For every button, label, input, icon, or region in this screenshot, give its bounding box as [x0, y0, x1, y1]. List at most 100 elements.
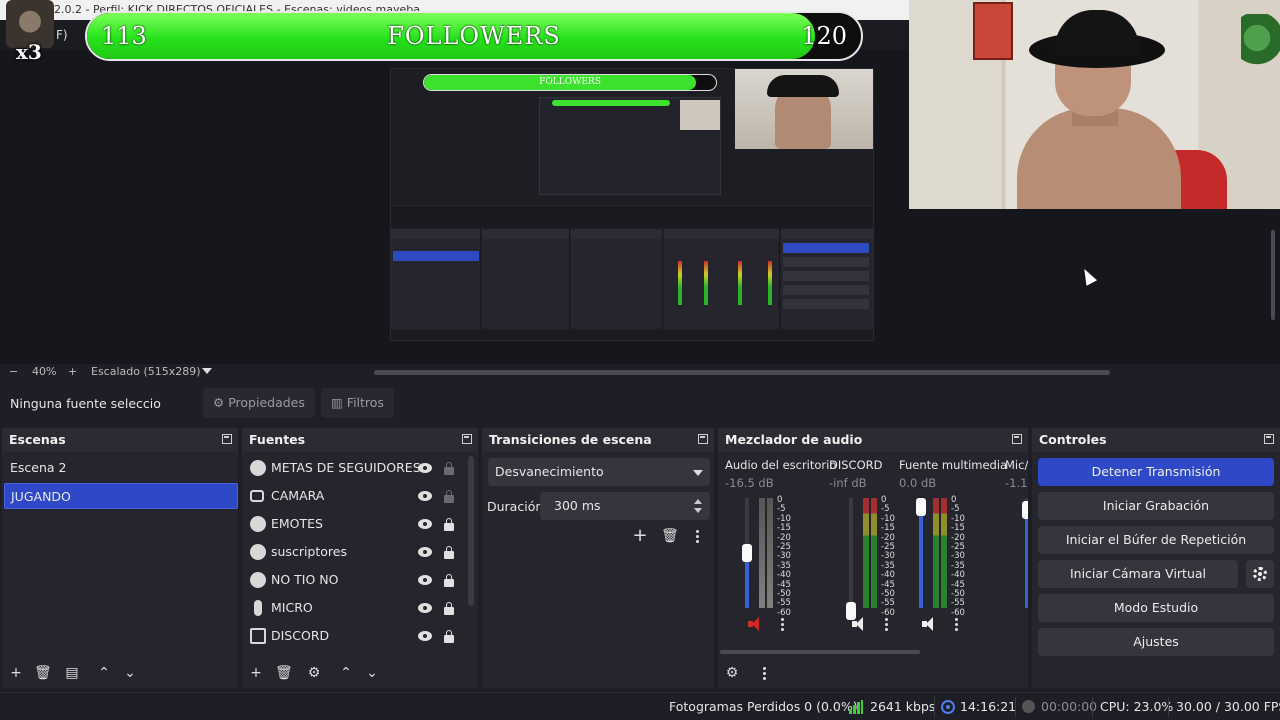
lock-icon[interactable] — [444, 574, 454, 587]
lock-icon[interactable] — [444, 630, 454, 643]
filters-button[interactable]: ▥ Filtros — [321, 388, 394, 418]
properties-button[interactable]: ⚙ Propiedades — [203, 388, 315, 418]
scaling-dropdown-icon[interactable] — [202, 368, 212, 374]
add-scene-icon[interactable]: + — [8, 665, 24, 681]
channel-menu-icon[interactable] — [885, 618, 889, 632]
source-item[interactable]: EMOTES — [246, 511, 460, 537]
volume-meter — [863, 498, 869, 608]
channel-menu-icon[interactable] — [781, 618, 785, 632]
zoom-in-button[interactable]: + — [68, 365, 77, 378]
visibility-eye-icon[interactable] — [418, 519, 432, 529]
source-item[interactable]: DISCORD — [246, 623, 460, 649]
volume-meter — [941, 498, 947, 608]
transition-select[interactable]: Desvanecimiento — [488, 458, 710, 486]
speaker-icon[interactable] — [851, 616, 869, 632]
sources-dock: Fuentes METAS DE SEGUIDORES CAMARA EMOTES s… — [242, 428, 478, 688]
browser-icon — [250, 544, 266, 560]
chevron-down-icon — [693, 470, 703, 476]
lock-icon[interactable] — [444, 602, 454, 615]
microphone-icon — [254, 600, 262, 616]
add-source-icon[interactable]: + — [248, 665, 264, 681]
source-item[interactable]: CAMARA — [246, 483, 460, 509]
undock-icon[interactable] — [1264, 434, 1274, 444]
volume-meter — [759, 498, 765, 608]
source-item[interactable]: NO TIO NO — [246, 567, 460, 593]
meter-scale: 0 -5 -10 -15 -20 -25 -30 -35 -40 -45 -50 -55 -60 — [777, 495, 791, 618]
advanced-audio-icon[interactable]: ⚙ — [724, 665, 740, 681]
undock-icon[interactable] — [698, 434, 708, 444]
volume-slider-handle[interactable] — [742, 543, 752, 562]
preview-horizontal-scrollbar[interactable] — [374, 370, 1110, 375]
source-item[interactable]: suscriptores — [246, 539, 460, 565]
controls-dock: Controles Detener Transmisión Iniciar Gra… — [1032, 428, 1280, 688]
source-item[interactable]: MICRO — [246, 595, 460, 621]
lock-icon[interactable] — [444, 546, 454, 559]
preview-vertical-scrollbar[interactable] — [1266, 210, 1280, 364]
lock-icon[interactable] — [444, 518, 454, 531]
move-down-icon[interactable]: ⌄ — [364, 665, 380, 681]
visibility-eye-icon[interactable] — [418, 463, 432, 473]
wall-poster — [973, 2, 1013, 60]
sources-scrollbar[interactable] — [468, 456, 474, 606]
zoom-level: 40% — [32, 365, 57, 378]
zoom-out-button[interactable]: − — [9, 365, 18, 378]
status-bar: Fotogramas Perdidos 0 (0.0%) 2641 kbps 1… — [0, 692, 1280, 720]
mixer-menu-icon[interactable] — [763, 667, 767, 681]
connection-quality-icon — [849, 700, 863, 714]
scene-filters-icon[interactable]: ▤ — [64, 665, 80, 681]
remove-scene-icon[interactable]: 🗑 — [34, 665, 52, 681]
visibility-eye-icon[interactable] — [418, 491, 432, 501]
control-button[interactable]: Modo Estudio — [1038, 594, 1274, 622]
volume-slider[interactable] — [849, 498, 853, 608]
control-button[interactable]: Iniciar el Búfer de Repetición — [1038, 526, 1274, 554]
duration-spinbox[interactable]: 300 ms — [540, 492, 710, 520]
increment-icon[interactable] — [694, 499, 702, 504]
control-button[interactable]: Ajustes — [1038, 628, 1274, 656]
speaker-icon[interactable] — [921, 616, 939, 632]
virtual-camera-settings-button[interactable] — [1246, 560, 1274, 588]
camera-icon — [250, 490, 264, 502]
meter-scale-tick: -60 — [951, 607, 965, 618]
volume-slider-handle[interactable] — [1022, 501, 1028, 520]
source-item[interactable]: METAS DE SEGUIDORES — [246, 455, 460, 481]
scene-item[interactable]: Escena 2 — [4, 455, 238, 481]
speaker-icon[interactable] — [747, 616, 765, 632]
undock-icon[interactable] — [1012, 434, 1022, 444]
decrement-icon[interactable] — [694, 508, 702, 513]
volume-slider-handle[interactable] — [916, 498, 926, 516]
mixer-title: Mezclador de audio — [725, 432, 863, 447]
transition-menu-icon[interactable] — [696, 530, 700, 544]
visibility-eye-icon[interactable] — [418, 575, 432, 585]
undock-icon[interactable] — [462, 434, 472, 444]
visibility-eye-icon[interactable] — [418, 547, 432, 557]
control-button[interactable]: Iniciar Cámara Virtual — [1038, 560, 1238, 588]
lock-icon[interactable] — [444, 462, 454, 475]
move-up-icon[interactable]: ⌃ — [338, 665, 354, 681]
nested-docks — [391, 229, 873, 329]
remove-source-icon[interactable]: 🗑 — [275, 665, 293, 681]
source-label: METAS DE SEGUIDORES — [271, 460, 421, 475]
scene-item[interactable]: JUGANDO — [4, 483, 238, 509]
source-properties-icon[interactable]: ⚙ — [306, 665, 322, 681]
channel-db: -inf dB — [829, 476, 867, 490]
scenes-dock: Escenas Escena 2 JUGANDO + 🗑 ▤ ⌃ ⌄ — [2, 428, 238, 688]
visibility-eye-icon[interactable] — [418, 631, 432, 641]
control-button[interactable]: Iniciar Grabación — [1038, 492, 1274, 520]
remove-transition-icon[interactable]: 🗑 — [661, 528, 679, 544]
source-label: EMOTES — [271, 516, 323, 531]
add-transition-icon[interactable]: + — [632, 527, 648, 545]
volume-meter — [933, 498, 939, 608]
lock-icon[interactable] — [444, 490, 454, 503]
meter-scale: 0 -5 -10 -15 -20 -25 -30 -35 -40 -45 -50 -55 -60 — [881, 495, 895, 618]
volume-meter — [767, 498, 773, 608]
move-up-icon[interactable]: ⌃ — [96, 665, 112, 681]
undock-icon[interactable] — [222, 434, 232, 444]
channel-name: Audio del escritorio — [725, 458, 837, 472]
channel-menu-icon[interactable] — [955, 618, 959, 632]
mixer-toolbar: ⚙ — [718, 658, 1028, 688]
visibility-eye-icon[interactable] — [418, 603, 432, 613]
speaker-icon[interactable] — [1027, 616, 1028, 632]
control-button[interactable]: Detener Transmisión — [1038, 458, 1274, 486]
move-down-icon[interactable]: ⌄ — [122, 665, 138, 681]
menu-item[interactable]: F) — [56, 28, 68, 42]
